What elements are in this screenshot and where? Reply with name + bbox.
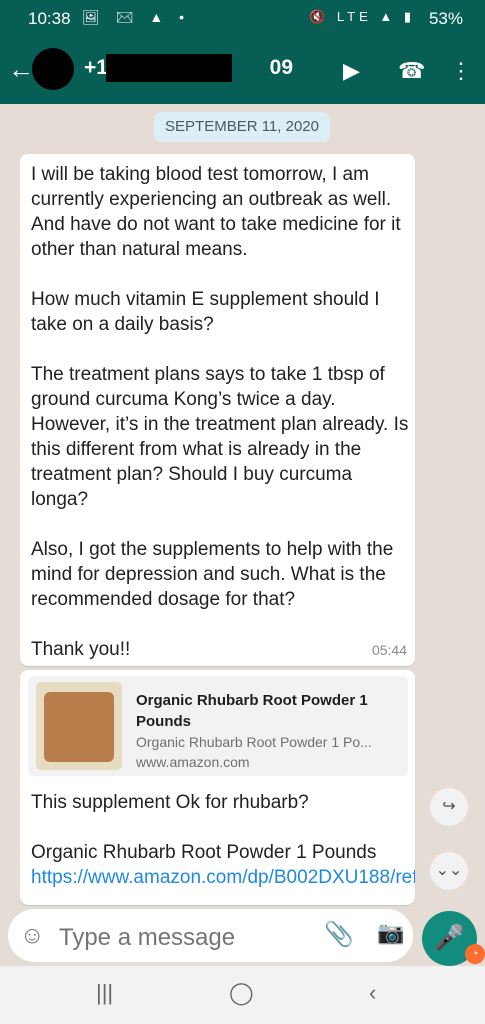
more-options-icon[interactable]: ⋮	[450, 58, 472, 84]
status-left-icons: 🖼 ✉ ▲ •	[82, 9, 190, 25]
incoming-message-with-link[interactable]: Organic Rhubarb Root Powder 1 Pounds Org…	[20, 670, 415, 905]
status-bar: 10:38 🖼 ✉ ▲ • 🔇 LTE ▲ ▮ 53%	[0, 0, 485, 36]
message-paragraph-1: I will be taking blood test tomorrow, I …	[31, 164, 401, 260]
video-call-icon[interactable]: ▶	[343, 58, 360, 84]
battery-indicator: 53%	[428, 9, 463, 28]
message-line-1: This supplement Ok for rhubarb?	[31, 792, 309, 813]
message-link-prefix: Organic Rhubarb Root Powder 1 Pounds	[31, 842, 377, 863]
incoming-message-bubble[interactable]: I will be taking blood test tomorrow, I …	[20, 154, 415, 666]
preview-title: Organic Rhubarb Root Powder 1 Pounds	[136, 692, 368, 730]
preview-subtitle: Organic Rhubarb Root Powder 1 Po...	[136, 734, 372, 750]
back-button[interactable]: ‹	[369, 980, 376, 1006]
status-time: 10:38	[28, 9, 71, 28]
date-chip: SEPTEMBER 11, 2020	[154, 112, 330, 142]
message-input[interactable]	[57, 923, 281, 953]
emoji-icon[interactable]: ☺	[20, 922, 45, 950]
back-arrow-icon[interactable]: ←	[8, 54, 34, 85]
product-image	[44, 692, 114, 762]
message-body: This supplement Ok for rhubarb? Organic …	[31, 790, 415, 890]
product-thumbnail	[36, 682, 122, 770]
message-paragraph-4: Also, I got the supplements to help with…	[31, 539, 394, 610]
message-line-2: Organic Rhubarb Root Powder 1 Pounds htt…	[31, 840, 415, 890]
voice-call-icon[interactable]: ☎	[398, 58, 425, 84]
system-navigation-bar: ||| ◯ ‹	[0, 966, 485, 1024]
status-right-icons: 🔇 LTE ▲ ▮	[309, 9, 415, 24]
message-paragraph-2: How much vitamin E supplement should I t…	[31, 289, 380, 335]
camera-icon[interactable]: 📷	[377, 920, 404, 946]
home-button[interactable]: ◯	[229, 980, 254, 1006]
chat-header: ← +1 09 ▶ ☎ ⋮	[0, 36, 485, 104]
attach-icon[interactable]: 📎	[324, 920, 354, 949]
contact-prefix: +1	[84, 56, 108, 79]
message-paragraph-3: The treatment plans says to take 1 tbsp …	[31, 364, 409, 510]
message-link[interactable]: https://www.amazon.com/dp/B002DXU188/ref…	[31, 867, 415, 888]
notification-dot-icon: ◔	[465, 944, 485, 964]
message-text: I will be taking blood test tomorrow, I …	[31, 162, 409, 662]
redacted-contact-number	[106, 54, 232, 82]
contact-suffix: 09	[269, 56, 293, 79]
message-composer: ☺ 📎 📷	[8, 909, 413, 962]
message-paragraph-5: Thank you!!	[31, 639, 131, 660]
scroll-down-button[interactable]: ⌄⌄	[430, 852, 468, 890]
preview-domain: www.amazon.com	[136, 754, 250, 770]
link-preview[interactable]: Organic Rhubarb Root Powder 1 Pounds Org…	[28, 676, 408, 776]
share-button[interactable]: ↪	[430, 788, 468, 826]
recent-apps-button[interactable]: |||	[96, 980, 113, 1006]
contact-avatar[interactable]	[32, 48, 74, 90]
message-time: 05:44	[371, 642, 407, 658]
